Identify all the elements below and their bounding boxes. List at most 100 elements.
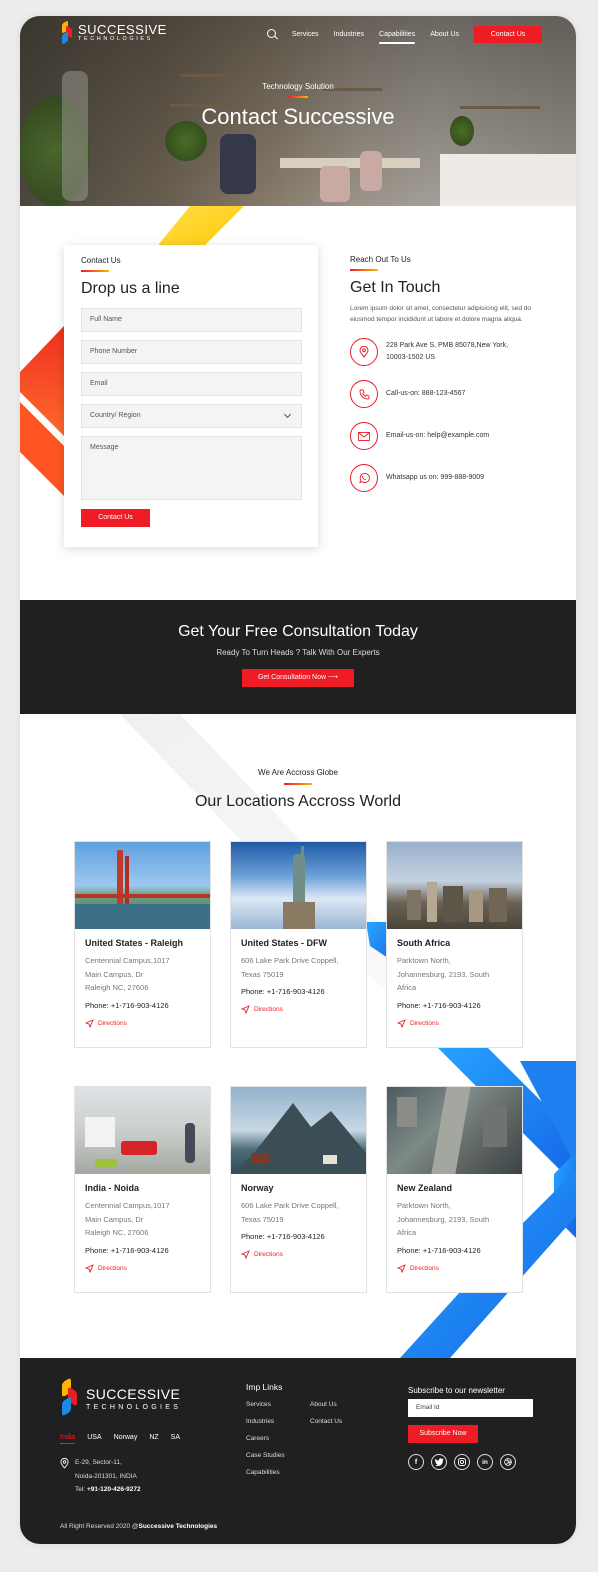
subscribe-button[interactable]: Subscribe Now xyxy=(408,1425,478,1443)
nav-industries[interactable]: Industries xyxy=(334,31,364,38)
facebook-icon[interactable]: f xyxy=(408,1454,424,1470)
directions-link[interactable]: Directions xyxy=(241,1250,366,1259)
location-name: South Africa xyxy=(397,938,451,948)
footer-link-industries[interactable]: Industries xyxy=(246,1418,310,1435)
search-icon[interactable] xyxy=(266,28,280,42)
consultation-banner: Get Your Free Consultation Today Ready T… xyxy=(20,600,576,714)
linkedin-icon[interactable]: in xyxy=(477,1454,493,1470)
navigation-arrow-icon xyxy=(397,1018,406,1028)
location-address-2: Johannesburg, 2193, South xyxy=(397,969,490,979)
location-address-1: Centennial Campus,1017 xyxy=(85,1201,170,1210)
contact-whatsapp[interactable]: Whatsapp us on: 999-888-9009 xyxy=(350,461,540,495)
directions-link[interactable]: Directions xyxy=(397,1018,522,1028)
location-name: Norway xyxy=(241,1183,274,1193)
country-tab-sa[interactable]: SA xyxy=(171,1434,180,1441)
footer-brand-subname: TECHNOLOGIES xyxy=(86,1403,182,1411)
country-tab-india[interactable]: India xyxy=(60,1434,76,1444)
country-tab-usa[interactable]: USA xyxy=(87,1434,101,1441)
location-address-1: 606 Lake Park Drive Coppell, xyxy=(241,956,339,965)
full-name-input[interactable]: Full Name xyxy=(81,308,302,332)
email-input[interactable]: Email xyxy=(81,372,302,396)
contact-email[interactable]: Email-us-on: help@example.com xyxy=(350,419,540,453)
footer: SUCCESSIVE TECHNOLOGIES India USA Norway… xyxy=(20,1358,576,1544)
country-tab-nz[interactable]: NZ xyxy=(149,1434,158,1441)
directions-label: Directions xyxy=(254,1006,283,1013)
location-card: South Africa Parktown North, Johannesburg… xyxy=(386,841,523,1048)
contact-phone[interactable]: Call-us-on: 888-123-4567 xyxy=(350,377,540,411)
email-icon xyxy=(350,422,378,451)
country-select[interactable]: Country/ Region xyxy=(81,404,302,428)
dribbble-icon[interactable] xyxy=(500,1454,516,1470)
footer-link-contact-us[interactable]: Contact Us xyxy=(310,1418,374,1435)
footer-tel-label: Tel: xyxy=(75,1486,86,1494)
location-image-golden-gate xyxy=(75,842,210,929)
submit-button[interactable]: Contact Us xyxy=(81,509,150,527)
brand-subname: TECHNOLOGIES xyxy=(78,36,153,43)
footer-links: Imp Links Services Industries Careers Ca… xyxy=(246,1382,374,1486)
navigation-arrow-icon xyxy=(85,1018,94,1028)
locations-kicker-underline xyxy=(284,783,312,785)
directions-label: Directions xyxy=(410,1264,439,1272)
copyright: All Right Reserved 2020 @Successive Tech… xyxy=(60,1523,217,1530)
country-tab-norway[interactable]: Norway xyxy=(114,1434,138,1441)
footer-link-about-us[interactable]: About Us xyxy=(310,1401,374,1418)
directions-label: Directions xyxy=(98,1019,127,1027)
directions-link[interactable]: Directions xyxy=(85,1263,210,1273)
form-kicker: Contact Us xyxy=(81,256,121,265)
footer-links-title: Imp Links xyxy=(246,1382,283,1392)
footer-address: E-29, Sector-11, Noida-201301, INDIA Tel… xyxy=(60,1456,141,1497)
page: SUCCESSIVE TECHNOLOGIES Services Industr… xyxy=(20,16,576,1544)
location-address-2: Main Campus, Dr xyxy=(85,1214,144,1224)
whatsapp-text: Whatsapp us on: 999-888-9009 xyxy=(386,474,485,482)
nav-contact-button[interactable]: Contact Us xyxy=(474,26,542,43)
directions-link[interactable]: Directions xyxy=(397,1263,522,1273)
location-card: United States - DFW 606 Lake Park Drive … xyxy=(230,841,367,1048)
instagram-icon[interactable] xyxy=(454,1454,470,1470)
phone-input[interactable]: Phone Number xyxy=(81,340,302,364)
location-card: New Zealand Parktown North, Johannesburg,… xyxy=(386,1086,523,1293)
hero-title: Contact Successive xyxy=(201,104,395,129)
location-name: United States - Raleigh xyxy=(85,938,184,948)
twitter-icon[interactable] xyxy=(431,1454,447,1470)
nav-services[interactable]: Services xyxy=(292,31,319,38)
location-card: United States - Raleigh Centennial Campu… xyxy=(74,841,211,1048)
brand-logo[interactable]: SUCCESSIVE TECHNOLOGIES xyxy=(62,20,167,45)
contact-form-card: Contact Us Drop us a line Full Name Phon… xyxy=(64,245,318,547)
form-title: Drop us a line xyxy=(81,280,180,297)
newsletter-email-input[interactable]: Email Id xyxy=(408,1399,533,1417)
footer-link-capabilities[interactable]: Capabilities xyxy=(246,1469,310,1486)
location-address-2: Texas 75019 xyxy=(241,969,284,979)
whatsapp-icon xyxy=(350,464,378,493)
location-pin-icon xyxy=(350,338,378,367)
reach-out-section: Reach Out To Us Get In Touch Lorem ipsum… xyxy=(350,255,540,495)
reach-title: Get In Touch xyxy=(350,279,441,296)
footer-logo[interactable]: SUCCESSIVE TECHNOLOGIES xyxy=(60,1377,182,1417)
arrow-right-icon: ⟶ xyxy=(328,674,339,681)
location-phone: Phone: +1-716-903-4126 xyxy=(397,1000,481,1010)
consult-button[interactable]: Get Consultation Now ⟶ xyxy=(242,669,354,687)
footer-tel[interactable]: +91-120-426-9272 xyxy=(87,1486,141,1493)
footer-address-line-2: Noida-201301, INDIA xyxy=(75,1472,137,1480)
location-image-office-interior xyxy=(75,1087,210,1174)
nav-capabilities[interactable]: Capabilities xyxy=(379,31,416,44)
footer-link-case-studies[interactable]: Case Studies xyxy=(246,1452,310,1469)
message-textarea[interactable]: Message xyxy=(81,436,302,500)
footer-link-careers[interactable]: Careers xyxy=(246,1435,310,1452)
reach-body: Lorem ipsum dolor sit amet, consectetur … xyxy=(350,305,532,324)
address-line-2: 10003-1502 US xyxy=(386,354,436,362)
social-links: f in xyxy=(408,1454,533,1470)
navigation-arrow-icon xyxy=(241,1250,250,1259)
location-address-3: Raleigh NC, 27606 xyxy=(85,1228,149,1237)
brand-name: SUCCESSIVE xyxy=(78,22,167,38)
copyright-company: Successive Technologies xyxy=(138,1523,218,1530)
form-kicker-underline xyxy=(81,270,109,272)
location-address-3: Africa xyxy=(397,983,417,992)
location-name: New Zealand xyxy=(397,1183,453,1193)
footer-link-services[interactable]: Services xyxy=(246,1401,310,1418)
nav-about-us[interactable]: About Us xyxy=(430,31,459,38)
location-phone: Phone: +1-716-903-4126 xyxy=(397,1245,481,1255)
directions-link[interactable]: Directions xyxy=(85,1018,210,1028)
directions-link[interactable]: Directions xyxy=(241,1005,366,1014)
chevron-down-icon xyxy=(283,410,292,419)
logo-icon xyxy=(60,1377,80,1417)
